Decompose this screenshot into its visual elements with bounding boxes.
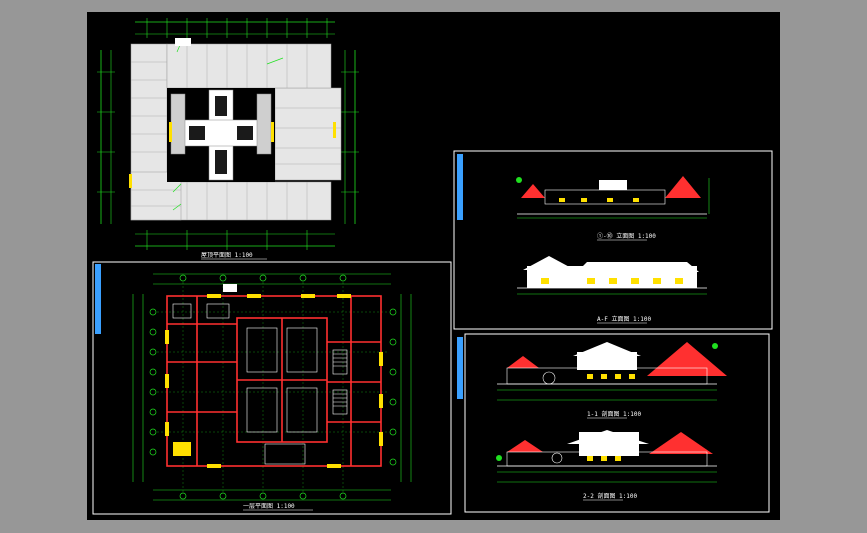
elevation-2-caption: A-F 立面图 1:100	[597, 315, 652, 323]
elevation-1-drawing	[516, 176, 710, 219]
elevation-1-caption: ①-⑩ 立面图 1:100	[597, 232, 656, 240]
roof-plan-caption: 屋顶平面图 1:100	[201, 252, 253, 259]
section-2-caption: 2-2 剖面图 1:100	[583, 492, 638, 500]
roof-plan-panel: 屋顶平面图 1:100	[97, 18, 359, 260]
elevation-2-drawing	[517, 256, 707, 295]
section-2-drawing	[496, 430, 717, 483]
section-1-drawing	[497, 342, 727, 401]
cad-canvas[interactable]: 屋顶平面图 1:100 一层平面图 1:100 ①-⑩ 立面图 1:100 A-…	[87, 12, 780, 520]
drawing-sheet: 屋顶平面图 1:100 一层平面图 1:100 ①-⑩ 立面图 1:100 A-…	[87, 12, 780, 520]
floor-plan-panel: 一层平面图 1:100	[92, 261, 452, 515]
floor-plan-caption: 一层平面图 1:100	[243, 503, 295, 510]
elevations-panel: ①-⑩ 立面图 1:100 A-F 立面图 1:100	[453, 150, 773, 330]
sections-panel: 1-1 剖面图 1:100 2-2 剖面图 1:100	[457, 333, 770, 513]
section-1-caption: 1-1 剖面图 1:100	[587, 410, 642, 418]
